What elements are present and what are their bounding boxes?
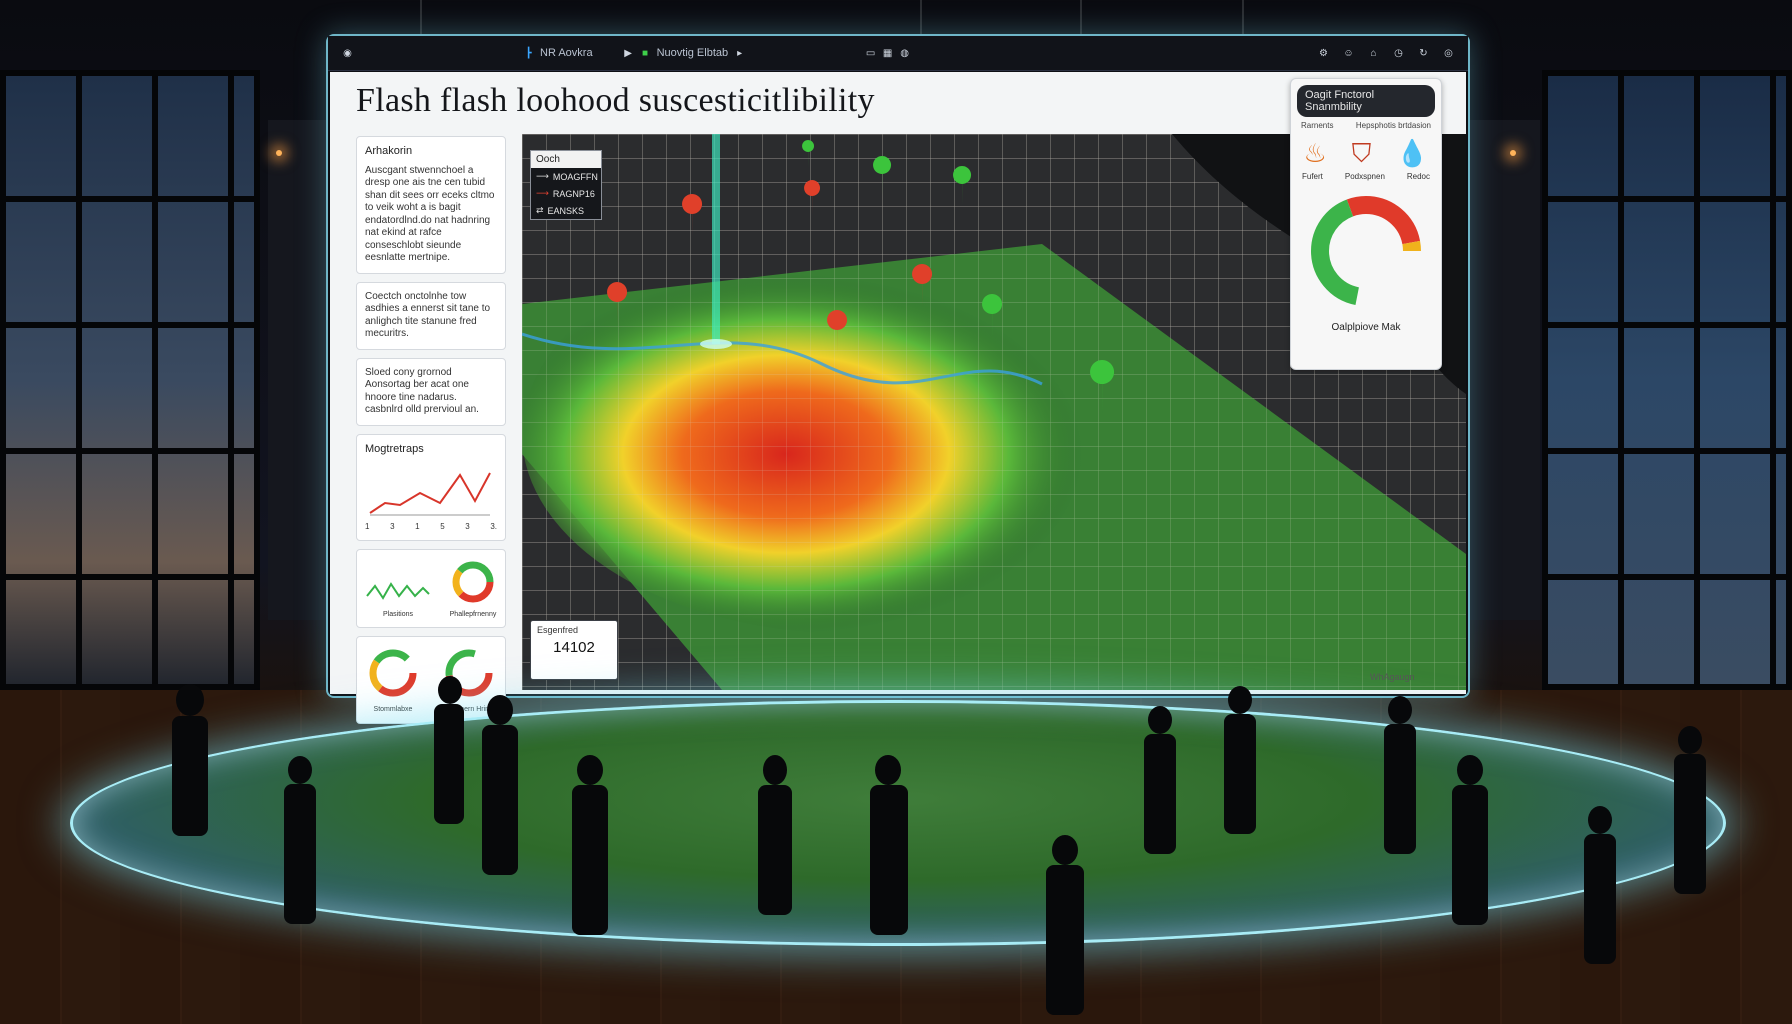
status-dot-icon: ■ [642, 47, 649, 59]
line-chart [369, 472, 491, 515]
play-icon: ▶ [624, 47, 632, 59]
swap-icon: ⇄ [536, 205, 544, 215]
top-toolbar: ◉ ┣ NR Aovkra ▶ ■ Nuovtig Elbtab ▸ ▭ ▦ ◍… [328, 36, 1468, 71]
app-label: NR Aovkra [540, 47, 593, 59]
column-label: Hepsphotis brtdasion [1355, 121, 1431, 130]
status-menu[interactable]: ▶ ■ Nuovtig Elbtab ▸ [623, 47, 746, 59]
chevron-right-icon: ▸ [737, 47, 743, 59]
sparkline-widget: Plasitions [365, 566, 431, 619]
chart1-title: Mogtretraps [365, 442, 424, 455]
line-chart-card[interactable]: Mogtretraps 1 3 1 5 3 3. [356, 433, 506, 541]
beam-base [700, 339, 732, 349]
history-icon[interactable]: ◷ [1393, 48, 1404, 59]
window-left [0, 70, 260, 690]
intro-card: Arhakorin Auscgant stwennchoel a dresp o… [356, 136, 506, 274]
lamp-left [276, 150, 282, 156]
refresh-icon[interactable]: ↻ [1418, 48, 1429, 59]
pillar-right [1470, 120, 1540, 620]
tick: 3. [490, 522, 497, 531]
holographic-map-table[interactable] [70, 700, 1726, 946]
risk-donut-chart [1311, 196, 1421, 306]
shield-crack-icon[interactable]: ⛉ [1352, 138, 1372, 170]
sparkline-chart [366, 582, 430, 600]
chart3-label: Phallepfrnenny [449, 610, 497, 618]
home-icon[interactable]: ⌂ [1368, 48, 1379, 59]
donut1-label: Stommlabxe [373, 705, 413, 713]
user-icon[interactable]: ☺ [1343, 48, 1354, 59]
app-menu[interactable]: ┣ NR Aovkra [523, 47, 593, 59]
tick: 5 [440, 522, 445, 531]
beam-marker [712, 134, 720, 344]
legend-row: ⟶ MOAGFFN [531, 168, 601, 185]
legend-row: ⟶ RAGNP16 [531, 185, 601, 202]
flame-icon[interactable]: ♨ [1303, 138, 1326, 170]
risk-donut-label: Oalplpiove Mak [1331, 322, 1401, 333]
paragraph-card: Coectch onctolnhe tow asdhies a ennerst … [356, 281, 506, 350]
stats-value: 14102 [553, 639, 595, 656]
donut-chart [445, 649, 493, 697]
tick: 3 [390, 522, 395, 531]
paragraph-card: Sloed cony grornod Aonsortag ber acat on… [356, 357, 506, 426]
icon-label: Redoc [1406, 172, 1430, 181]
tick: 1 [365, 522, 370, 531]
factor-icon-labels: Fufert Podxspnen Redoc [1291, 172, 1441, 181]
donut-chart [369, 649, 417, 697]
donut-chart [452, 561, 494, 603]
legend-title: Ooch [531, 151, 601, 168]
tick: 1 [415, 522, 420, 531]
icon-label: Fufert [1301, 172, 1323, 181]
factor-icons: ♨ ⛉ 💧 [1291, 138, 1441, 170]
donut-widget: Coumern Hrins [441, 645, 497, 714]
page-title: Flash flash loohood suscesticitlibility [356, 82, 875, 119]
donut-widget: Phallepfrnenny [449, 558, 497, 619]
drop-icon[interactable]: 💧 [1396, 138, 1428, 170]
paragraph-3: Sloed cony grornod Aonsortag ber acat on… [365, 366, 479, 416]
view-controls[interactable]: ▭ ▦ ◍ [865, 48, 910, 59]
chart2-label: Plasitions [383, 610, 413, 618]
factor-panel-header: Oagit Fnctorol Snanmbility [1297, 85, 1435, 117]
lamp-right [1510, 150, 1516, 156]
window-right [1542, 70, 1792, 690]
watermark-text: WhAgaugn [1370, 672, 1415, 682]
donut-widget: Stommlabxe [365, 645, 421, 714]
arrow-icon: ⟶ [536, 188, 549, 198]
stats-box[interactable]: Esgenfred 14102 [530, 620, 618, 680]
settings-icon[interactable]: ⚙ [1318, 48, 1329, 59]
column-label: Rarnents [1301, 121, 1334, 130]
donut2-label: Coumern Hrins [445, 705, 493, 713]
app-logo-icon[interactable]: ◉ [342, 48, 353, 59]
target-icon[interactable]: ◎ [1443, 48, 1454, 59]
status-label: Nuovtig Elbtab [656, 47, 729, 59]
brand-icon: ┣ [525, 47, 532, 59]
icon-label: Podxspnen [1344, 172, 1385, 181]
paragraph-2: Coectch onctolnhe tow asdhies a ennerst … [365, 290, 491, 340]
intro-heading: Arhakorin [365, 145, 413, 157]
grid-icon[interactable]: ▦ [882, 48, 893, 59]
globe-icon[interactable]: ◍ [899, 48, 910, 59]
mini-charts-card[interactable]: Plasitions Phallepfrnenny [356, 549, 506, 629]
monitor-icon[interactable]: ▭ [865, 48, 876, 59]
map-legend[interactable]: Ooch ⟶ MOAGFFN ⟶ RAGNP16 ⇄ EANSKS [530, 150, 602, 220]
legend-row: ⇄ EANSKS [531, 202, 601, 219]
donuts-card[interactable]: Stommlabxe Coumern Hrins [356, 636, 506, 724]
tick: 3 [465, 522, 470, 531]
factor-panel[interactable]: Oagit Fnctorol Snanmbility Rarnents Heps… [1290, 78, 1442, 370]
legend-label: RAGNP16 [552, 188, 595, 199]
stats-label: Esgenfred [537, 625, 579, 635]
risk-donut-widget: Oalplpiove Mak [1291, 191, 1441, 333]
legend-label: MOAGFFN [552, 171, 598, 182]
legend-label: EANSKS [547, 205, 585, 216]
factor-panel-subheader: Rarnents Hepsphotis brtdasion [1291, 121, 1441, 130]
intro-text: Auscgant stwennchoel a dresp one ais tne… [365, 164, 495, 264]
chart1-ticks: 1 3 1 5 3 3. [365, 522, 497, 532]
arrow-icon: ⟶ [536, 171, 549, 181]
